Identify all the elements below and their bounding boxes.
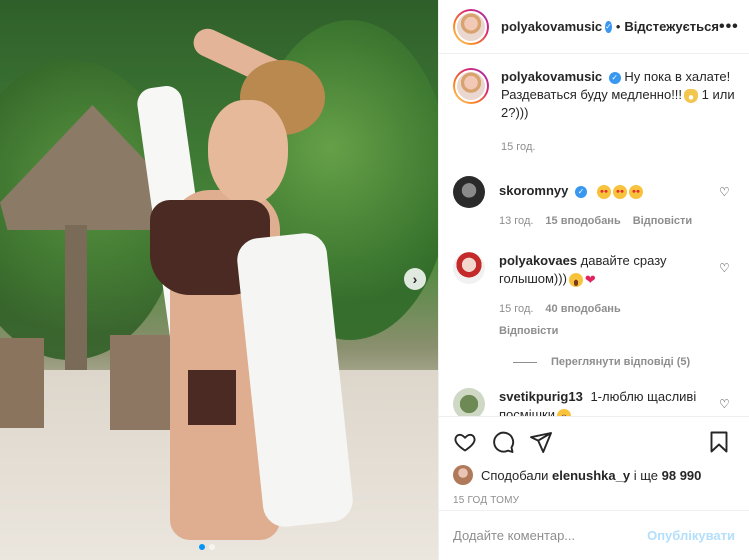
comment-input[interactable] bbox=[453, 528, 648, 543]
likes-count[interactable]: 98 990 bbox=[662, 468, 702, 483]
commenter-avatar[interactable] bbox=[453, 388, 485, 416]
like-heart-icon[interactable] bbox=[453, 430, 477, 454]
laughing-emoji-icon bbox=[568, 272, 583, 287]
likes-summary: Сподобали elenushka_y і ще 98 990 bbox=[453, 465, 735, 485]
photo-chair bbox=[0, 338, 44, 428]
post-header: polyakovamusic ✓ • Відстежується ••• bbox=[439, 0, 749, 54]
chevron-right-icon: › bbox=[412, 271, 418, 287]
author-avatar[interactable] bbox=[453, 8, 489, 45]
comment-username[interactable]: skoromnyy bbox=[499, 183, 568, 198]
like-comment-heart-icon[interactable]: ♡ bbox=[719, 262, 731, 274]
post-timestamp[interactable]: 15 ГОД ТОМУ bbox=[453, 495, 735, 506]
following-button[interactable]: Відстежується bbox=[624, 19, 719, 34]
post-photo[interactable]: › bbox=[0, 0, 438, 560]
red-heart-emoji-icon: ❤ bbox=[584, 271, 596, 287]
starry-eyes-emoji-icon bbox=[596, 184, 611, 199]
bookmark-icon[interactable] bbox=[707, 430, 731, 454]
liker-avatar[interactable] bbox=[453, 465, 473, 485]
replies-divider bbox=[513, 361, 537, 363]
commenter-avatar[interactable] bbox=[453, 176, 485, 208]
commenter-avatar[interactable] bbox=[453, 252, 485, 284]
post-side-panel: polyakovamusic ✓ • Відстежується ••• pol… bbox=[438, 0, 749, 560]
caption-text-block: polyakovamusic ✓ Ну пока в халате! Разде… bbox=[501, 68, 735, 122]
photo-person bbox=[135, 24, 360, 560]
caption: polyakovamusic ✓ Ну пока в халате! Разде… bbox=[453, 68, 735, 156]
starry-eyes-emoji-icon bbox=[628, 184, 643, 199]
post-comment-button[interactable]: Опублікувати bbox=[647, 528, 735, 543]
grinning-emoji-icon bbox=[556, 408, 571, 416]
author-username[interactable]: polyakovamusic bbox=[501, 19, 602, 34]
avatar-image bbox=[455, 10, 487, 43]
verified-badge-icon: ✓ bbox=[605, 20, 612, 33]
comment-item: skoromnyy ✓ 13 год. 15 вподобань Відпові… bbox=[453, 176, 735, 230]
photo-swimsuit-bottom bbox=[188, 370, 236, 425]
starry-eyes-emoji-icon bbox=[612, 184, 627, 199]
photo-face bbox=[208, 100, 288, 205]
comment-username[interactable]: svetikpurig13 bbox=[499, 389, 583, 404]
carousel-dot-active bbox=[199, 544, 205, 550]
more-options-icon[interactable]: ••• bbox=[719, 18, 739, 36]
view-replies-label: Переглянути відповіді (5) bbox=[551, 356, 691, 368]
share-send-icon[interactable] bbox=[529, 430, 553, 454]
carousel-dots bbox=[199, 544, 215, 550]
like-comment-heart-icon[interactable]: ♡ bbox=[719, 398, 731, 410]
cat-face-emoji-icon bbox=[684, 88, 699, 103]
carousel-next-button[interactable]: › bbox=[404, 268, 426, 290]
comment-likes[interactable]: 40 вподобань bbox=[545, 300, 620, 318]
header-separator: • bbox=[615, 19, 621, 34]
likes-prefix: Сподобали bbox=[481, 467, 549, 483]
comments-list[interactable]: polyakovamusic ✓ Ну пока в халате! Разде… bbox=[439, 54, 749, 416]
caption-time[interactable]: 15 год. bbox=[501, 138, 535, 156]
carousel-dot bbox=[209, 544, 215, 550]
comment-item: svetikpurig13 1-люблю щасливі посмішки ♡ bbox=[453, 388, 735, 416]
reply-button[interactable]: Відповісти bbox=[633, 212, 692, 230]
comment-time[interactable]: 15 год. bbox=[499, 300, 533, 318]
view-replies-button[interactable]: Переглянути відповіді (5) bbox=[513, 356, 735, 368]
liker-username[interactable]: elenushka_y bbox=[552, 468, 630, 483]
caption-avatar[interactable] bbox=[453, 68, 489, 104]
comment-bubble-icon[interactable] bbox=[491, 430, 515, 454]
caption-username[interactable]: polyakovamusic bbox=[501, 69, 602, 84]
comment-time[interactable]: 13 год. bbox=[499, 212, 533, 230]
comment-username[interactable]: polyakovaes bbox=[499, 253, 577, 268]
avatar-image bbox=[455, 70, 487, 102]
add-comment-bar: Опублікувати bbox=[439, 510, 749, 560]
reply-button[interactable]: Відповісти bbox=[499, 322, 558, 340]
comment-likes[interactable]: 15 вподобань bbox=[545, 212, 620, 230]
like-comment-heart-icon[interactable]: ♡ bbox=[719, 186, 731, 198]
verified-badge-icon: ✓ bbox=[575, 185, 587, 198]
likes-middle: і ще bbox=[633, 467, 658, 483]
post-actions: Сподобали elenushka_y і ще 98 990 15 ГОД… bbox=[439, 416, 749, 506]
comment-item: polyakovaes давайте сразу голышом))) ❤ 15… bbox=[453, 252, 735, 340]
verified-badge-icon: ✓ bbox=[608, 71, 621, 84]
